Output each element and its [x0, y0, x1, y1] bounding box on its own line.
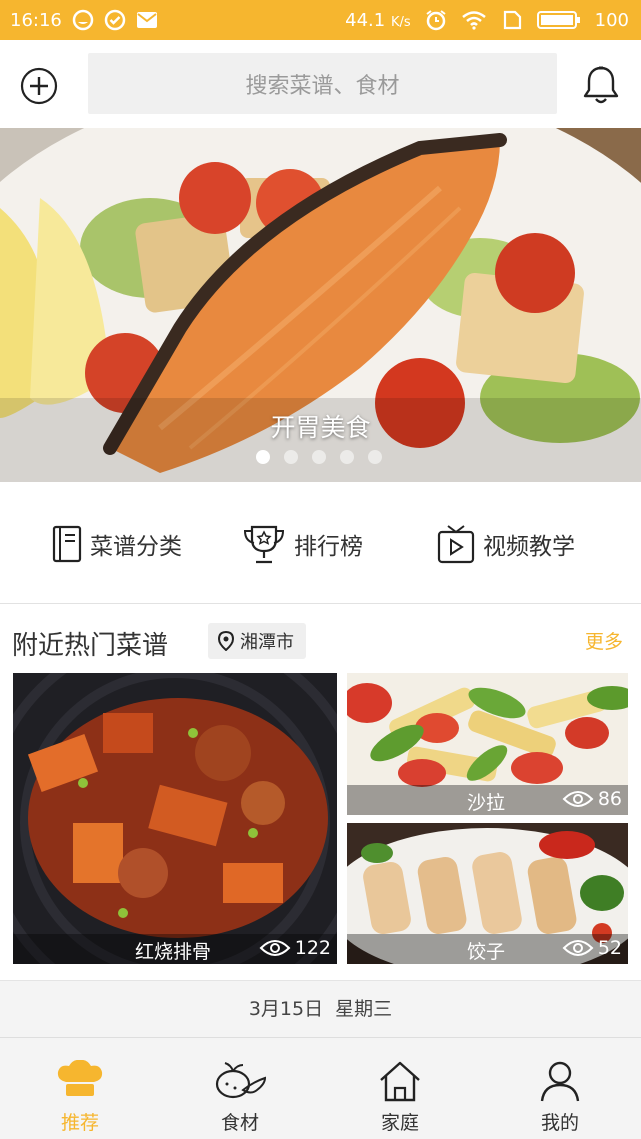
recipe-card[interactable]: 红烧排骨 122 [13, 673, 337, 964]
recipe-name: 红烧排骨 [135, 941, 212, 963]
tab-label: 家庭 [380, 1112, 419, 1134]
view-count: 122 [259, 937, 331, 959]
vegetables-icon [215, 1062, 267, 1099]
view-count: 86 [562, 788, 622, 810]
check-icon [104, 9, 126, 31]
ranking-label: 排行榜 [294, 534, 363, 560]
battery-level: 100 [594, 9, 629, 31]
recipe-name: 饺子 [467, 941, 506, 963]
tab-label: 推荐 [60, 1112, 99, 1134]
tab-label: 我的 [540, 1112, 579, 1134]
tab-mine[interactable]: 我的 [480, 1038, 640, 1139]
status-time: 16:16 [10, 9, 62, 31]
status-bar: 16:16 44.1 K/s 100 [0, 0, 641, 40]
carousel-dot[interactable] [340, 450, 354, 464]
recipe-category-label: 菜谱分类 [90, 534, 182, 560]
app-icon [72, 9, 94, 31]
view-count-value: 86 [597, 788, 622, 810]
location-label: 湘潭市 [240, 632, 294, 653]
carousel-dot[interactable] [368, 450, 382, 464]
recipe-card[interactable]: 饺子 52 [347, 823, 628, 964]
carousel-dot[interactable] [312, 450, 326, 464]
trophy-icon [243, 525, 285, 564]
eye-icon [259, 940, 291, 956]
more-link[interactable]: 更多 [585, 627, 623, 654]
date-bar: 3月15日 星期三 [0, 980, 641, 1037]
recipe-name: 沙拉 [467, 792, 506, 814]
video-tutorial-label: 视频教学 [483, 534, 575, 560]
carousel-dots [256, 450, 382, 464]
chef-hat-icon [57, 1060, 103, 1096]
network-speed: 44.1 K/s [345, 9, 411, 31]
location-selector[interactable]: 湘潭市 [208, 623, 306, 659]
banner-caption: 开胃美食 [270, 413, 371, 442]
tab-label: 食材 [220, 1112, 259, 1134]
view-count-value: 122 [294, 937, 331, 959]
video-tv-icon [437, 525, 475, 564]
view-count-value: 52 [597, 937, 622, 959]
view-count: 52 [562, 937, 622, 959]
recipe-category-link[interactable]: 菜谱分类 [52, 522, 182, 566]
tab-family[interactable]: 家庭 [320, 1038, 480, 1139]
recipe-card-caption: 红烧排骨 122 [13, 934, 337, 964]
tab-recommend[interactable]: 推荐 [0, 1038, 160, 1139]
recipe-book-icon [52, 525, 82, 563]
carousel-dot[interactable] [284, 450, 298, 464]
ranking-link[interactable]: 排行榜 [242, 522, 363, 566]
plus-circle-icon [20, 67, 58, 105]
alarm-icon [425, 9, 447, 31]
recipe-card-caption: 饺子 52 [347, 934, 628, 964]
quick-nav: 菜谱分类 排行榜 视频教学 [0, 482, 641, 604]
eye-icon [562, 940, 594, 956]
recipe-image [13, 673, 337, 964]
weekday-text: 星期三 [335, 998, 393, 1020]
video-tutorial-link[interactable]: 视频教学 [437, 522, 575, 566]
battery-icon [536, 10, 581, 30]
carousel-dot[interactable] [256, 450, 270, 464]
add-button[interactable] [20, 67, 58, 105]
search-placeholder: 搜索菜谱、食材 [245, 73, 400, 99]
notification-button[interactable] [581, 64, 621, 106]
home-icon [380, 1061, 420, 1102]
eye-icon [562, 791, 594, 807]
search-input[interactable]: 搜索菜谱、食材 [88, 53, 557, 114]
recipe-card[interactable]: 沙拉 86 [347, 673, 628, 815]
location-pin-icon [218, 631, 234, 651]
sim-icon [501, 10, 523, 30]
user-icon [540, 1061, 580, 1102]
date-text: 3月15日 [248, 998, 324, 1020]
tab-ingredients[interactable]: 食材 [160, 1038, 320, 1139]
recipe-card-caption: 沙拉 86 [347, 785, 628, 815]
hot-recipes-header: 附近热门菜谱 湘潭市 更多 [0, 605, 641, 673]
wifi-icon [461, 10, 487, 30]
bell-icon [583, 66, 619, 104]
section-title: 附近热门菜谱 [12, 631, 169, 661]
bottom-nav: 推荐 食材 家庭 我的 [0, 1037, 641, 1139]
top-header: 搜索菜谱、食材 [0, 40, 641, 128]
mail-icon [136, 10, 158, 30]
